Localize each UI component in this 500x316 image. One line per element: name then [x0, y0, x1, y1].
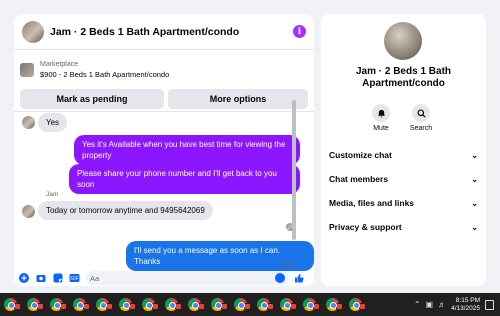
chrome-icon[interactable]: [27, 298, 44, 311]
camera-icon[interactable]: [35, 273, 46, 284]
message-bubble[interactable]: Yes it's Available when you have best ti…: [74, 135, 300, 165]
chat-panel: Jam · 2 Beds 1 Bath Apartment/condo i Ma…: [14, 14, 314, 286]
chrome-icon[interactable]: [142, 298, 159, 311]
chat-info-name: Jam · 2 Beds 1 Bath Apartment/condo: [355, 66, 452, 89]
search-button[interactable]: [412, 104, 430, 122]
menu-label: Chat members: [329, 174, 389, 184]
menu-label: Privacy & support: [329, 222, 402, 232]
notification-icon[interactable]: [485, 299, 494, 310]
message-sender: Jam: [46, 191, 59, 198]
menu-label: Customize chat: [329, 150, 392, 160]
message-composer: GIF Aa: [14, 270, 314, 286]
chevron-down-icon: ⌄: [471, 198, 478, 208]
chat-header: Jam · 2 Beds 1 Bath Apartment/condo i: [14, 14, 314, 50]
chevron-down-icon: ⌄: [471, 174, 478, 184]
menu-customize-chat[interactable]: Customize chat ⌄: [329, 147, 478, 163]
message-input-placeholder: Aa: [90, 273, 100, 283]
listing-thumbnail: [20, 63, 34, 77]
network-icon[interactable]: ▣: [426, 300, 434, 309]
avatar[interactable]: [22, 20, 44, 43]
gif-icon[interactable]: GIF: [69, 273, 80, 284]
clock[interactable]: 8:15 PM 4/13/2025: [451, 297, 480, 313]
search-icon: [416, 108, 426, 118]
avatar: [22, 205, 35, 218]
message-bubble[interactable]: Please share your phone number and I'll …: [69, 164, 300, 194]
message-bubble[interactable]: Yes: [38, 113, 68, 132]
chrome-icon[interactable]: [50, 298, 67, 311]
clock-time: 8:15 PM: [455, 296, 480, 304]
chevron-up-icon[interactable]: ⌃: [414, 300, 421, 309]
chrome-icon[interactable]: [188, 298, 205, 311]
avatar[interactable]: [384, 22, 422, 60]
chrome-icon[interactable]: [280, 298, 297, 311]
listing-text: Marketplace $900 - 2 Beds 1 Bath Apartme…: [40, 61, 169, 79]
chrome-icon[interactable]: [165, 298, 182, 311]
windows-taskbar: ⌃ ▣ ♬ 8:15 PM 4/13/2025: [0, 293, 500, 316]
chrome-icon[interactable]: [4, 298, 21, 311]
chrome-icon[interactable]: [234, 298, 251, 311]
volume-icon[interactable]: ♬: [438, 300, 446, 309]
search-label: Search: [409, 125, 433, 132]
chat-info-panel: Jam · 2 Beds 1 Bath Apartment/condo Mute…: [321, 14, 486, 286]
chrome-icon[interactable]: [326, 298, 343, 311]
message-status: Sent: [281, 262, 295, 269]
listing-price-title: $900 - 2 Beds 1 Bath Apartment/condo: [40, 70, 170, 79]
message-input[interactable]: Aa: [86, 271, 289, 285]
bell-icon: [377, 109, 385, 118]
message-list: Yes Yes it's Available when you have bes…: [14, 111, 314, 271]
svg-text:GIF: GIF: [70, 276, 78, 282]
chrome-icon[interactable]: [119, 298, 136, 311]
menu-chat-members[interactable]: Chat members ⌄: [329, 171, 478, 187]
chevron-down-icon: ⌄: [471, 150, 478, 160]
menu-privacy-support[interactable]: Privacy & support ⌄: [329, 219, 478, 235]
thumbs-up-icon[interactable]: [293, 273, 304, 284]
listing-source: Marketplace: [40, 61, 79, 68]
mute-label: Mute: [373, 125, 389, 132]
mute-button[interactable]: [372, 104, 390, 122]
avatar: [22, 116, 35, 129]
chrome-icon[interactable]: [73, 298, 90, 311]
chrome-icon[interactable]: [303, 298, 320, 311]
chat-title[interactable]: Jam · 2 Beds 1 Bath Apartment/condo: [50, 26, 293, 38]
chrome-icon[interactable]: [257, 298, 274, 311]
system-tray: ⌃ ▣ ♬ 8:15 PM 4/13/2025: [414, 293, 494, 316]
menu-media-files-links[interactable]: Media, files and links ⌄: [329, 195, 478, 211]
chevron-down-icon: ⌄: [471, 222, 478, 232]
chrome-icon[interactable]: [349, 298, 366, 311]
mark-as-pending-button[interactable]: Mark as pending: [20, 89, 164, 109]
plus-icon[interactable]: [18, 273, 29, 284]
menu-label: Media, files and links: [329, 198, 415, 208]
listing-card[interactable]: Marketplace $900 - 2 Beds 1 Bath Apartme…: [20, 53, 308, 87]
clock-date: 4/13/2025: [451, 304, 480, 312]
chrome-icon[interactable]: [211, 298, 228, 311]
info-icon[interactable]: i: [293, 25, 306, 38]
message-bubble[interactable]: Today or tomorrow anytime and 9495642069: [38, 201, 213, 220]
sticker-icon[interactable]: [52, 273, 63, 284]
scrollbar[interactable]: [292, 100, 296, 240]
chrome-icon[interactable]: [96, 298, 113, 311]
emoji-icon[interactable]: [275, 273, 285, 283]
more-options-button[interactable]: More options: [168, 89, 308, 109]
